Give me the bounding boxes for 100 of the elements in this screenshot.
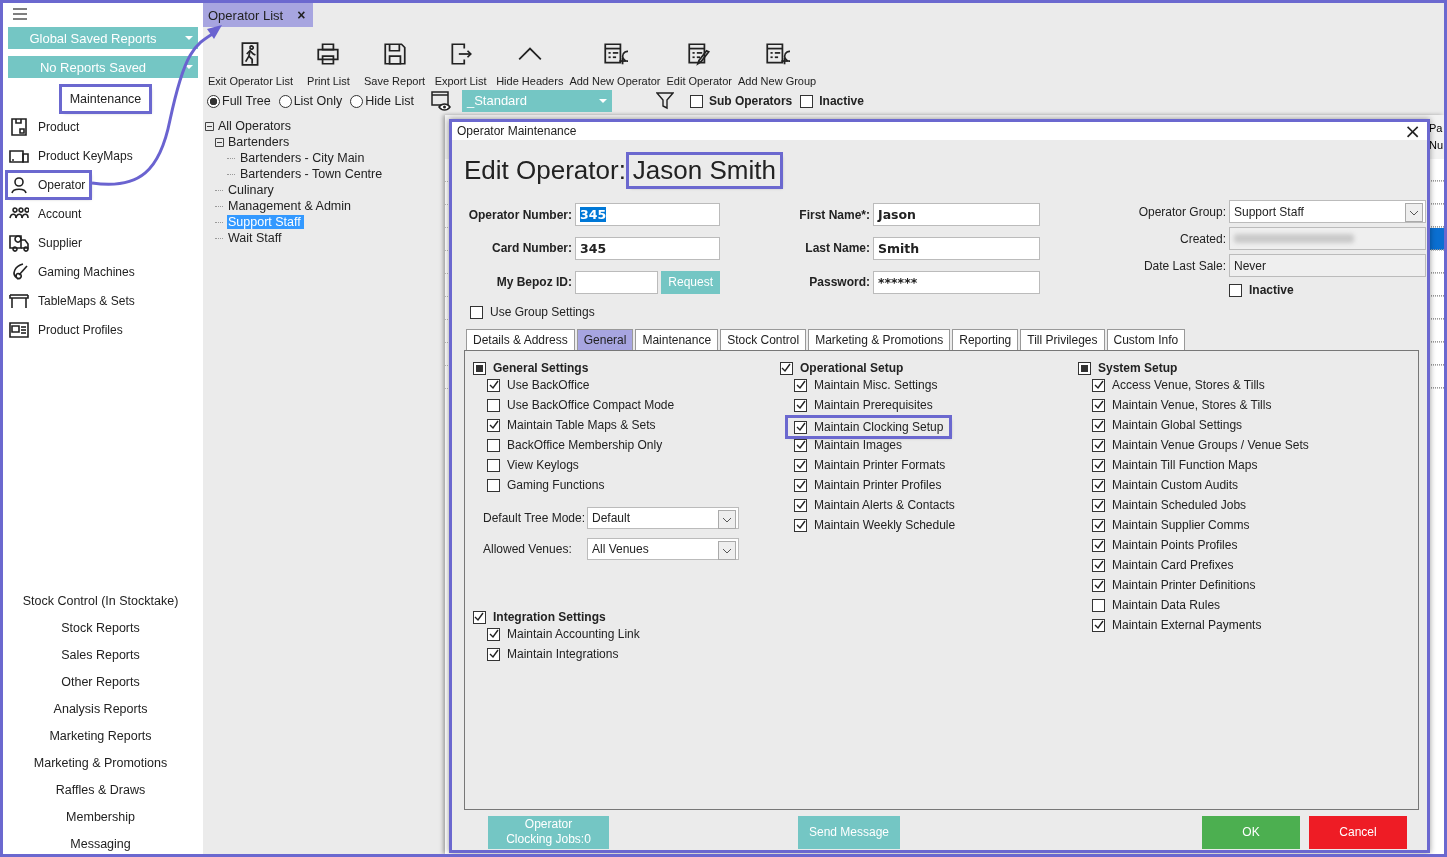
- permission-checkbox[interactable]: Maintain Prerequisites: [794, 398, 933, 412]
- filter-checkbox[interactable]: Inactive: [800, 94, 864, 108]
- password-field[interactable]: ******: [873, 270, 1040, 294]
- permission-checkbox[interactable]: Maintain Card Prefixes: [1092, 558, 1234, 572]
- permission-checkbox[interactable]: Maintain Misc. Settings: [794, 378, 938, 392]
- permission-checkbox[interactable]: Maintain Images: [794, 438, 903, 452]
- sidebar-link[interactable]: Raffles & Draws: [55, 777, 146, 804]
- sidebar-item[interactable]: Product: [8, 114, 84, 139]
- dialog-tab[interactable]: Custom Info: [1106, 329, 1186, 350]
- monitor-eye-icon[interactable]: [429, 90, 452, 112]
- permission-checkbox[interactable]: Maintain Clocking Setup: [788, 418, 950, 436]
- document-tab[interactable]: Operator List ×: [203, 3, 314, 27]
- tree-mode-dropdown[interactable]: Default: [587, 507, 739, 529]
- toolbar-button[interactable]: Exit Operator List: [205, 41, 296, 87]
- sidebar-item[interactable]: Account: [8, 201, 86, 226]
- collapse-toggle-icon[interactable]: [205, 121, 214, 131]
- venues-dropdown[interactable]: All Venues: [587, 538, 739, 560]
- group-checkbox[interactable]: Operational Setup: [780, 361, 904, 375]
- column-header[interactable]: Pa: [1429, 120, 1444, 137]
- tree-item[interactable]: All Operators: [217, 119, 294, 133]
- tree-item[interactable]: Bartenders - Town Centre: [239, 167, 386, 181]
- dialog-tab[interactable]: Till Privileges: [1020, 329, 1105, 350]
- permission-checkbox[interactable]: Maintain Table Maps & Sets: [487, 418, 656, 432]
- toolbar-button[interactable]: Edit Operator: [663, 41, 735, 87]
- permission-checkbox[interactable]: Maintain Custom Audits: [1092, 478, 1239, 492]
- sidebar-item[interactable]: Product KeyMaps: [8, 143, 137, 168]
- sidebar-link[interactable]: Stock Reports: [61, 615, 140, 642]
- toolbar-button[interactable]: Print List: [296, 41, 361, 87]
- sidebar-link[interactable]: Sales Reports: [61, 642, 140, 669]
- input-field[interactable]: 345: [575, 203, 720, 227]
- permission-checkbox[interactable]: Use BackOffice Compact Mode: [487, 398, 675, 412]
- sidebar-item[interactable]: TableMaps & Sets: [8, 288, 139, 313]
- dialog-tab[interactable]: Maintenance: [635, 329, 719, 350]
- tree-item[interactable]: Management & Admin: [227, 199, 354, 213]
- menu-icon[interactable]: [13, 8, 27, 20]
- sidebar-link[interactable]: Analysis Reports: [53, 696, 148, 723]
- sidebar-link[interactable]: Membership: [66, 804, 135, 831]
- permission-checkbox[interactable]: Maintain Alerts & Contacts: [794, 498, 955, 512]
- permission-checkbox[interactable]: Maintain Integrations: [487, 647, 619, 661]
- permission-checkbox[interactable]: Maintain Printer Definitions: [1092, 578, 1256, 592]
- group-checkbox[interactable]: System Setup: [1078, 361, 1178, 375]
- permission-checkbox[interactable]: Maintain Global Settings: [1092, 418, 1243, 432]
- dialog-tab[interactable]: Marketing & Promotions: [808, 329, 951, 350]
- sidebar-link[interactable]: Messaging: [70, 831, 131, 854]
- sidebar-link[interactable]: Stock Control (In Stocktake): [22, 588, 179, 615]
- sidebar-link[interactable]: Other Reports: [61, 669, 140, 696]
- input-field[interactable]: 345: [575, 237, 720, 260]
- toolbar-button[interactable]: Hide Headers: [493, 41, 567, 87]
- close-button[interactable]: ×: [1402, 122, 1423, 140]
- permission-checkbox[interactable]: Maintain Till Function Maps: [1092, 458, 1258, 472]
- filter-icon[interactable]: [655, 92, 674, 110]
- input-field[interactable]: Jason: [873, 203, 1040, 227]
- dialog-tab[interactable]: General: [576, 329, 634, 350]
- column-header[interactable]: Nu: [1429, 137, 1444, 154]
- toolbar-button[interactable]: Export List: [428, 41, 494, 87]
- tree-item[interactable]: Culinary: [227, 183, 277, 197]
- tree-item[interactable]: Wait Staff: [227, 231, 285, 245]
- permission-checkbox[interactable]: View Keylogs: [487, 458, 579, 472]
- input-field[interactable]: [575, 270, 659, 294]
- permission-checkbox[interactable]: Maintain Points Profiles: [1092, 538, 1238, 552]
- dialog-button[interactable]: Cancel: [1309, 815, 1407, 849]
- permission-checkbox[interactable]: Maintain Venue Groups / Venue Sets: [1092, 438, 1309, 452]
- permission-checkbox[interactable]: Maintain Weekly Schedule: [794, 518, 956, 532]
- permission-checkbox[interactable]: Maintain Data Rules: [1092, 598, 1221, 612]
- dialog-tab[interactable]: Stock Control: [720, 329, 807, 350]
- use-group-settings-checkbox[interactable]: Use Group Settings: [470, 305, 595, 319]
- permission-checkbox[interactable]: BackOffice Membership Only: [487, 438, 663, 452]
- permission-checkbox[interactable]: Maintain Venue, Stores & Tills: [1092, 398, 1272, 412]
- group-checkbox[interactable]: Integration Settings: [473, 610, 606, 624]
- view-mode-radio[interactable]: Full Tree: [207, 94, 271, 108]
- toolbar-button[interactable]: Save Report: [361, 41, 429, 87]
- sidebar-item[interactable]: Product Profiles: [8, 317, 127, 342]
- group-checkbox[interactable]: General Settings: [473, 361, 589, 375]
- permission-checkbox[interactable]: Gaming Functions: [487, 478, 605, 492]
- permission-checkbox[interactable]: Use BackOffice: [487, 378, 590, 392]
- input-field[interactable]: Smith: [873, 237, 1040, 260]
- sidebar-item[interactable]: Supplier: [8, 230, 87, 255]
- checkmark-icon: [488, 420, 499, 430]
- view-mode-radio[interactable]: Hide List: [350, 94, 414, 108]
- sidebar-item[interactable]: Gaming Machines: [8, 259, 139, 284]
- toolbar-button[interactable]: Add New Operator: [566, 41, 664, 87]
- filter-checkbox[interactable]: Sub Operators: [689, 94, 793, 108]
- sidebar-item[interactable]: Operator: [8, 172, 90, 197]
- tree-item[interactable]: Bartenders: [227, 135, 293, 149]
- tree-item[interactable]: Bartenders - City Main: [239, 151, 368, 165]
- permission-checkbox[interactable]: Maintain Printer Profiles: [794, 478, 942, 492]
- collapse-toggle-icon[interactable]: [215, 137, 224, 147]
- permission-checkbox[interactable]: Maintain Printer Formats: [794, 458, 946, 472]
- permission-checkbox[interactable]: Maintain Accounting Link: [487, 627, 640, 641]
- permission-checkbox[interactable]: Maintain Scheduled Jobs: [1092, 498, 1247, 512]
- permission-checkbox[interactable]: Maintain External Payments: [1092, 618, 1262, 632]
- permission-checkbox[interactable]: Access Venue, Stores & Tills: [1092, 378, 1265, 392]
- view-mode-radio[interactable]: List Only: [278, 94, 343, 108]
- sidebar-link[interactable]: Marketing Reports: [49, 723, 152, 750]
- dialog-tab[interactable]: Details & Address: [466, 329, 575, 350]
- operator-group-dropdown[interactable]: Support Staff: [1229, 200, 1426, 223]
- permission-checkbox[interactable]: Maintain Supplier Comms: [1092, 518, 1250, 532]
- dialog-tab[interactable]: Reporting: [952, 329, 1019, 350]
- sidebar-link[interactable]: Marketing & Promotions: [33, 750, 168, 777]
- toolbar-button[interactable]: Add New Group: [734, 41, 820, 87]
